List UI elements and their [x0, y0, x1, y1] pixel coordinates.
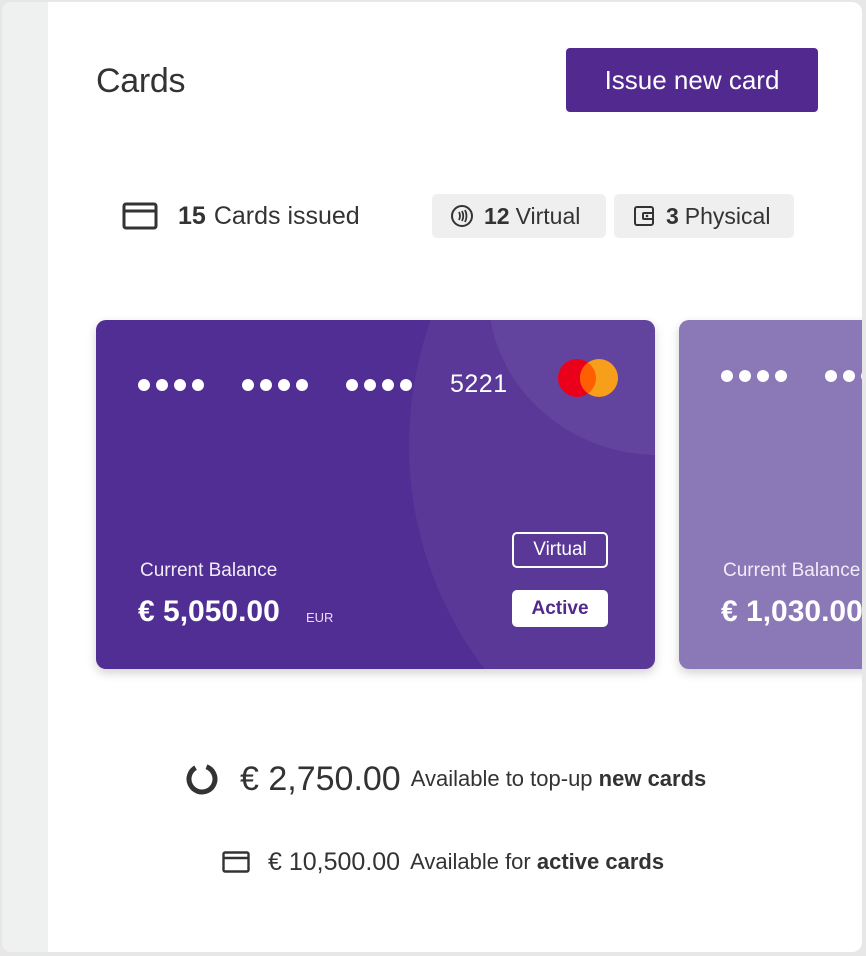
contactless-icon — [451, 205, 473, 227]
topup-amount: € 2,750.00 — [240, 759, 401, 798]
credit-card-icon — [222, 851, 250, 873]
card-item[interactable]: Current Balance € 1,030.00 — [679, 320, 862, 669]
virtual-count: 12 — [484, 202, 510, 229]
physical-count: 3 — [666, 202, 679, 229]
cards-issued-label: Cards issued — [213, 201, 360, 230]
cards-issued-count: 15 — [178, 201, 206, 230]
physical-label: Physical — [684, 202, 771, 229]
sidebar — [2, 2, 48, 952]
masked-card-number: 5221 — [138, 370, 508, 399]
masked-card-number — [721, 370, 862, 382]
balance-amount: € 5,050.00 — [138, 595, 280, 628]
cards-panel: Cards Issue new card 15 Cards issued 12 … — [2, 2, 862, 952]
issue-new-card-button[interactable]: Issue new card — [566, 48, 818, 112]
balance-label: Current Balance — [140, 560, 278, 581]
card-last-four: 5221 — [450, 370, 508, 398]
balance-amount: € 1,030.00 — [721, 595, 862, 628]
balance-currency: EUR — [306, 610, 334, 625]
wallet-icon — [634, 206, 654, 226]
credit-card-icon — [122, 202, 158, 230]
card-status-badge: Active — [512, 590, 608, 627]
physical-cards-chip[interactable]: 3 Physical — [614, 194, 794, 238]
virtual-label: Virtual — [515, 202, 581, 229]
page-title: Cards — [96, 62, 186, 100]
active-text: Available for active cards — [410, 849, 665, 874]
donut-chart-icon — [186, 763, 218, 795]
cards-issued-stat: 15 Cards issued — [122, 194, 402, 238]
topup-text: Available to top-up new cards — [410, 766, 707, 791]
balance-label: Current Balance — [723, 560, 861, 581]
topup-summary: € 2,750.00 Available to top-up new cards — [184, 754, 706, 804]
card-type-badge: Virtual — [512, 532, 608, 568]
virtual-cards-chip[interactable]: 12 Virtual — [432, 194, 606, 238]
active-amount: € 10,500.00 — [268, 847, 401, 876]
active-summary: € 10,500.00 Available for active cards — [222, 844, 664, 880]
mastercard-logo-icon — [558, 358, 620, 398]
card-item[interactable]: 5221 Current Balance € 5,050.00 EUR Virt… — [96, 320, 655, 669]
